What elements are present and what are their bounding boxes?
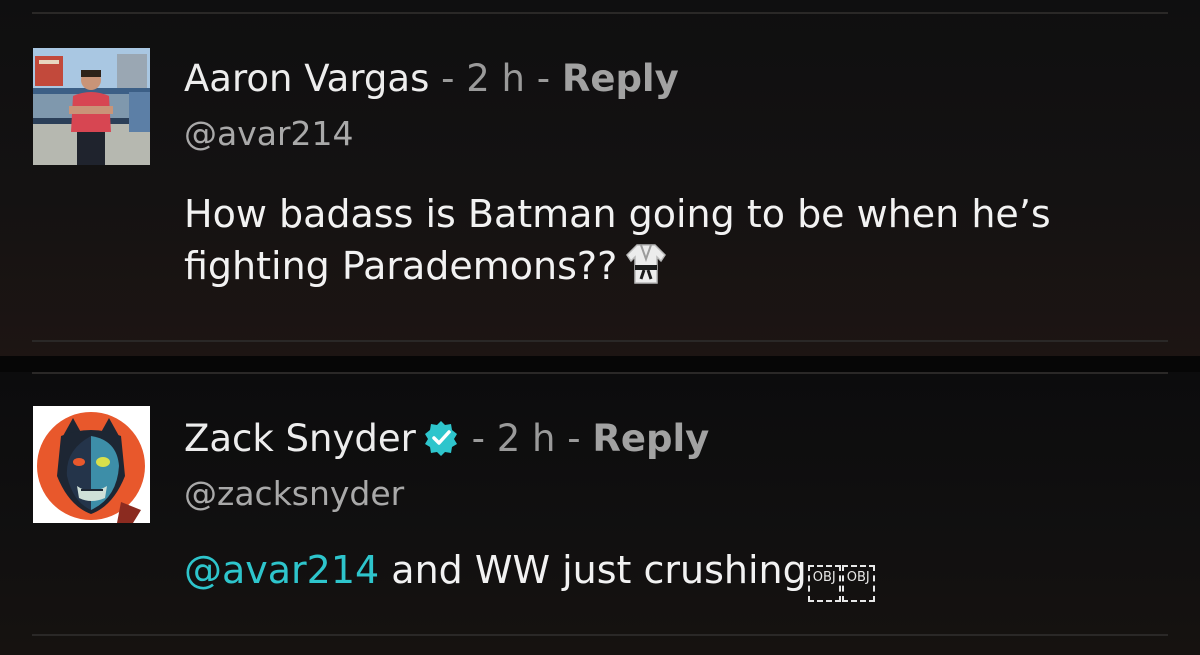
comment-text: and WW just crushing	[379, 548, 807, 592]
reply-button[interactable]: Reply	[562, 57, 679, 100]
reply-button[interactable]: Reply	[592, 417, 709, 460]
mention-link[interactable]: @avar214	[184, 548, 379, 592]
divider	[32, 340, 1168, 342]
divider	[32, 372, 1168, 374]
section-gap	[0, 356, 1200, 372]
comments-screen: Aaron Vargas - 2 h - Reply @avar214 How …	[0, 0, 1200, 655]
divider	[32, 634, 1168, 636]
separator: -	[555, 417, 593, 460]
martial-arts-uniform-icon	[623, 241, 669, 287]
verified-badge-icon	[422, 419, 460, 457]
avatar-photo-icon	[33, 48, 150, 165]
avatar-illustration-icon	[33, 406, 150, 523]
divider	[32, 12, 1168, 14]
timestamp: 2 h	[496, 417, 556, 460]
separator: -	[429, 57, 467, 100]
comment-header: Aaron Vargas - 2 h - Reply	[184, 60, 679, 97]
replacement-glyph: OBJ	[841, 565, 875, 602]
comment-body: @avar214 and WW just crushing OBJ OBJ	[184, 544, 1174, 602]
replacement-glyph: OBJ	[807, 565, 841, 602]
separator: -	[524, 57, 562, 100]
author-handle[interactable]: @zacksnyder	[184, 477, 404, 510]
comment-card: Aaron Vargas - 2 h - Reply @avar214 How …	[0, 0, 1200, 356]
comment-header: Zack Snyder - 2 h - Reply	[184, 419, 709, 457]
comment-text: How badass is Batman going to be when he…	[184, 192, 1051, 288]
comment-card: Zack Snyder - 2 h - Reply @zacksnyder @a…	[0, 372, 1200, 655]
separator: -	[459, 417, 497, 460]
author-name[interactable]: Aaron Vargas	[184, 57, 429, 100]
author-name[interactable]: Zack Snyder	[184, 417, 416, 460]
comment-body: How badass is Batman going to be when he…	[184, 188, 1174, 292]
avatar[interactable]	[33, 48, 150, 165]
timestamp: 2 h	[466, 57, 525, 100]
avatar[interactable]	[33, 406, 150, 523]
author-handle[interactable]: @avar214	[184, 117, 354, 150]
